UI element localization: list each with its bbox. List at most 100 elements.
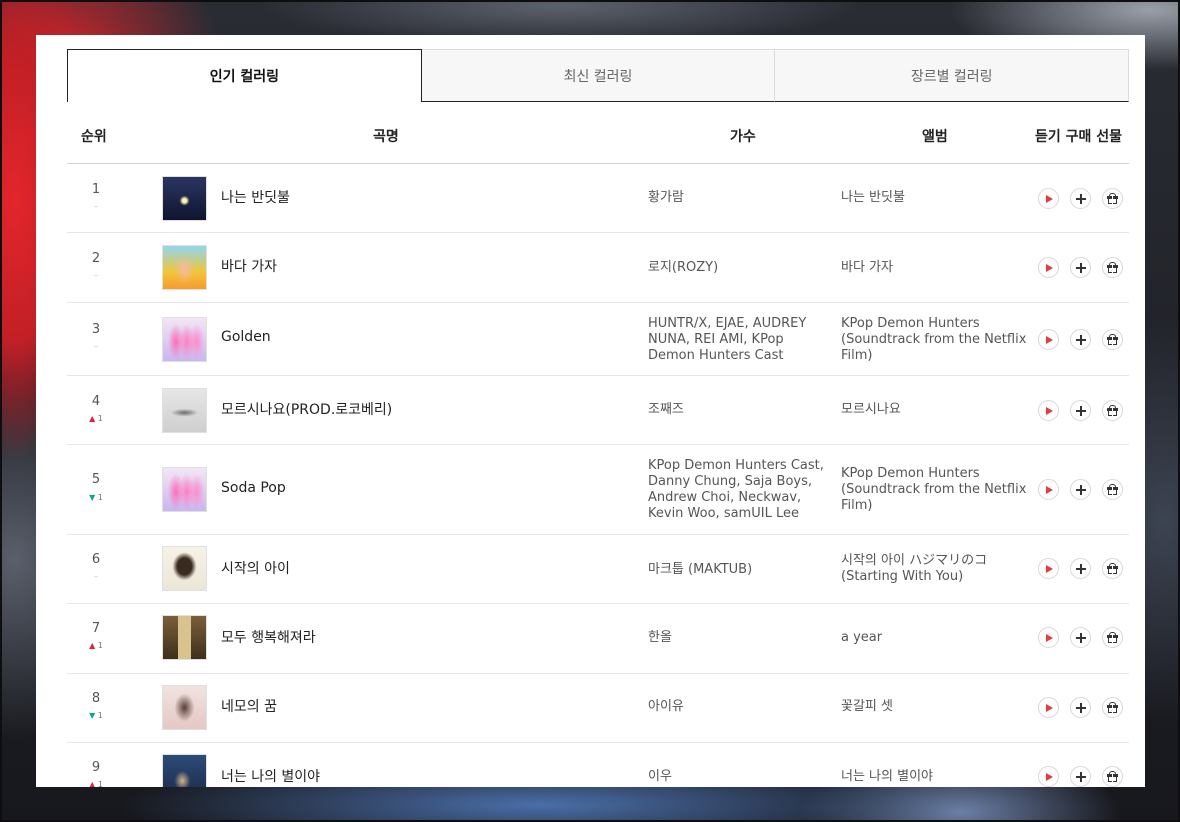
album-cover[interactable]: [162, 388, 207, 433]
album-name[interactable]: 너는 나의 별이야: [841, 769, 1033, 785]
album-cover[interactable]: [162, 176, 207, 221]
table-row: 7 ▲ 1 모두 행복해져라 한올 a year: [67, 604, 1129, 674]
table-row: 2 – 바다 가자 로지(ROZY) 바다 가자: [67, 233, 1129, 303]
buy-button[interactable]: [1070, 697, 1091, 718]
rank-change: –: [93, 271, 99, 281]
play-button[interactable]: [1038, 697, 1059, 718]
rank-change-value: 1: [97, 493, 103, 502]
play-button[interactable]: [1038, 257, 1059, 278]
song-title[interactable]: Golden: [221, 329, 271, 345]
artist-name[interactable]: 조째즈: [648, 402, 830, 418]
rank-number: 9: [91, 760, 101, 775]
play-icon: [1046, 335, 1053, 344]
rank-number: 8: [91, 691, 101, 706]
header-artist: 가수: [730, 129, 756, 145]
plus-icon: [1075, 405, 1086, 416]
artist-name[interactable]: 황가람: [648, 190, 830, 206]
plus-icon: [1075, 702, 1086, 713]
chart-table-body: 1 – 나는 반딧불 황가람 나는 반딧불 2 – 바다 가자 로지(ROZY)…: [67, 164, 1129, 787]
album-name[interactable]: KPop Demon Hunters (Soundtrack from the …: [841, 466, 1033, 514]
gift-icon: [1107, 631, 1118, 643]
album-name[interactable]: KPop Demon Hunters (Soundtrack from the …: [841, 316, 1033, 364]
plus-icon: [1075, 563, 1086, 574]
play-button[interactable]: [1038, 188, 1059, 209]
coloring-chart-panel: 인기 컬러링 최신 컬러링 장르별 컬러링 순위 곡명 가수 앨범 듣기 구매 …: [36, 35, 1145, 787]
album-name[interactable]: 꽃갈피 셋: [841, 699, 1033, 715]
table-row: 4 ▲ 1 모르시나요(PROD.로코베리) 조째즈 모르시나요: [67, 376, 1129, 445]
buy-button[interactable]: [1070, 400, 1091, 421]
artist-name[interactable]: 이우: [648, 769, 830, 785]
song-title[interactable]: 모두 행복해져라: [221, 627, 316, 647]
album-name[interactable]: 모르시나요: [841, 402, 1033, 418]
song-title[interactable]: 모르시나요(PROD.로코베리): [221, 399, 392, 419]
gift-icon: [1107, 261, 1118, 273]
artist-name[interactable]: 로지(ROZY): [648, 260, 830, 276]
song-title[interactable]: 네모의 꿈: [221, 696, 277, 716]
play-icon: [1046, 406, 1053, 415]
album-name[interactable]: 나는 반딧불: [841, 190, 1033, 206]
buy-button[interactable]: [1070, 479, 1091, 500]
play-button[interactable]: [1038, 558, 1059, 579]
play-icon: [1046, 564, 1053, 573]
album-name[interactable]: 시작의 아이 ハジマリのコ (Starting With You): [841, 553, 1033, 585]
album-cover[interactable]: [162, 685, 207, 730]
header-rank: 순위: [81, 129, 107, 145]
song-title[interactable]: 시작의 아이: [221, 558, 290, 578]
tab-popular[interactable]: 인기 컬러링: [67, 49, 422, 102]
plus-icon: [1075, 771, 1086, 782]
table-row: 1 – 나는 반딧불 황가람 나는 반딧불: [67, 164, 1129, 233]
play-button[interactable]: [1038, 766, 1059, 787]
play-button[interactable]: [1038, 479, 1059, 500]
arrow-down-icon: ▼: [89, 711, 96, 720]
buy-button[interactable]: [1070, 766, 1091, 787]
buy-button[interactable]: [1070, 188, 1091, 209]
album-name[interactable]: 바다 가자: [841, 260, 1033, 276]
album-name[interactable]: a year: [841, 630, 1033, 646]
play-button[interactable]: [1038, 627, 1059, 648]
buy-button[interactable]: [1070, 627, 1091, 648]
artist-name[interactable]: 마크툽 (MAKTUB): [648, 562, 830, 578]
song-title[interactable]: Soda Pop: [221, 480, 286, 496]
play-button[interactable]: [1038, 400, 1059, 421]
gift-button[interactable]: [1102, 766, 1123, 787]
song-title[interactable]: 바다 가자: [221, 256, 277, 276]
artist-name[interactable]: KPop Demon Hunters Cast, Danny Chung, Sa…: [648, 458, 830, 522]
play-icon: [1046, 194, 1053, 203]
buy-button[interactable]: [1070, 257, 1091, 278]
rank-number: 6: [91, 552, 101, 567]
artist-name[interactable]: 아이유: [648, 699, 830, 715]
artist-name[interactable]: 한올: [648, 630, 830, 646]
gift-button[interactable]: [1102, 697, 1123, 718]
gift-button[interactable]: [1102, 188, 1123, 209]
gift-icon: [1107, 483, 1118, 495]
buy-button[interactable]: [1070, 329, 1091, 350]
play-icon: [1046, 772, 1053, 781]
table-row: 3 – Golden HUNTR/X, EJAE, AUDREY NUNA, R…: [67, 303, 1129, 376]
gift-button[interactable]: [1102, 558, 1123, 579]
song-title[interactable]: 너는 나의 별이야: [221, 766, 320, 786]
gift-icon: [1107, 404, 1118, 416]
table-row: 9 ▲ 1 너는 나의 별이야 이우 너는 나의 별이야: [67, 743, 1129, 787]
song-title[interactable]: 나는 반딧불: [221, 187, 290, 207]
artist-name[interactable]: HUNTR/X, EJAE, AUDREY NUNA, REI AMI, KPo…: [648, 316, 830, 364]
album-cover[interactable]: [162, 245, 207, 290]
gift-button[interactable]: [1102, 257, 1123, 278]
rank-change: –: [93, 342, 99, 352]
album-cover[interactable]: [162, 754, 207, 787]
tab-genre[interactable]: 장르별 컬러링: [775, 49, 1130, 102]
gift-button[interactable]: [1102, 329, 1123, 350]
album-cover[interactable]: [162, 615, 207, 660]
tab-bar: 인기 컬러링 최신 컬러링 장르별 컬러링: [67, 49, 1130, 102]
album-cover[interactable]: [162, 546, 207, 591]
play-button[interactable]: [1038, 329, 1059, 350]
gift-button[interactable]: [1102, 627, 1123, 648]
gift-button[interactable]: [1102, 479, 1123, 500]
album-cover[interactable]: [162, 317, 207, 362]
buy-button[interactable]: [1070, 558, 1091, 579]
rank-change-up: ▲ 1: [86, 414, 106, 423]
gift-button[interactable]: [1102, 400, 1123, 421]
rank-number: 3: [91, 322, 101, 337]
arrow-up-icon: ▲: [89, 414, 96, 423]
tab-latest[interactable]: 최신 컬러링: [421, 49, 776, 102]
album-cover[interactable]: [162, 467, 207, 512]
